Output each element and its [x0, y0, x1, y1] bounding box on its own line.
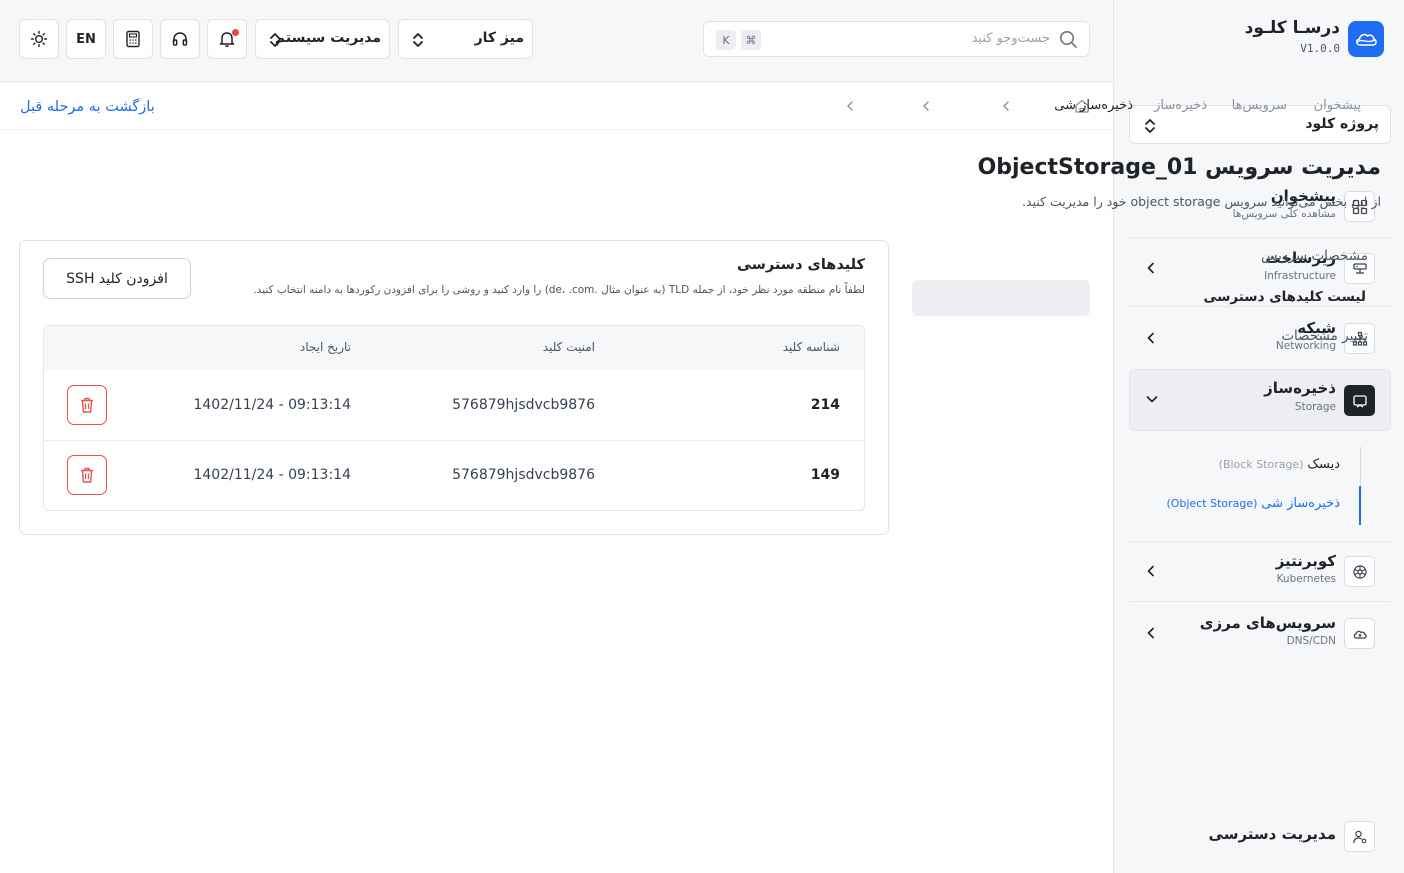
notifications-button[interactable] — [207, 19, 247, 59]
submenu-active-indicator — [1359, 486, 1361, 525]
row-divider — [44, 440, 864, 441]
divider — [1129, 306, 1391, 307]
sidebar-item-storage[interactable]: ذخیره‌ساز Storage — [1129, 369, 1391, 431]
divider — [1129, 237, 1391, 238]
access-keys-table: شناسه کلید امنیت کلید تاریخ ایجاد 214 57… — [43, 325, 865, 511]
workspace-select-label: میز کار — [474, 30, 524, 46]
chevron-up-down-icon — [411, 31, 425, 49]
sidebar-item-edge-sub: DNS/CDN — [1286, 635, 1336, 647]
chevron-left-icon — [1146, 627, 1156, 639]
search-box[interactable]: جست‌وجو کنید ⌘ K — [703, 21, 1090, 57]
user-key-icon — [1344, 821, 1375, 852]
submenu-item-object-storage[interactable]: (Object Storage) ذخیره‌ساز شی — [1166, 496, 1340, 511]
submenu-item-en: (Block Storage) — [1218, 458, 1304, 471]
breadcrumb-item-dashboard[interactable]: پیشخوان — [1314, 98, 1361, 113]
add-ssh-key-button[interactable]: افزودن کلید SSH — [43, 258, 191, 299]
theme-toggle-button[interactable] — [19, 19, 59, 59]
sidebar-item-kubernetes-title: کوبرنتیز — [1275, 552, 1336, 570]
system-management-select[interactable]: مدیریت سیستم — [255, 19, 390, 59]
delete-button[interactable] — [67, 455, 107, 495]
column-header-key-id: شناسه کلید — [782, 340, 840, 354]
workspace-select[interactable]: میز کار — [398, 19, 533, 59]
sidebar-item-edge-title: سرویس‌های مرزی — [1199, 614, 1336, 632]
card-description: لطفاً نام منطقه مورد نظر خود، از جمله TL… — [253, 284, 865, 296]
submenu-item-fa: دیسک — [1307, 457, 1340, 472]
chevron-up-down-icon — [1143, 117, 1157, 135]
sidebar-item-storage-sub: Storage — [1294, 401, 1336, 413]
table-header: شناسه کلید امنیت کلید تاریخ ایجاد — [44, 326, 864, 370]
cell-created: 1402/11/24 - 09:13:14 — [193, 397, 351, 413]
chevron-up-down-icon — [268, 31, 282, 49]
chevron-left-icon — [1146, 262, 1156, 274]
calculator-icon — [125, 30, 141, 48]
breadcrumb-item-storage[interactable]: ذخیره‌ساز — [1154, 98, 1207, 113]
search-icon — [1059, 30, 1078, 49]
cell-key-secret: 576879hjsdvcb9876 — [452, 397, 595, 413]
search-placeholder: جست‌وجو کنید — [971, 31, 1050, 46]
column-header-created: تاریخ ایجاد — [299, 340, 351, 354]
tab-service-specs[interactable]: مشخصات سرویس — [1261, 248, 1368, 264]
tab-access-keys-label: لیست کلیدهای دسترسی — [1203, 289, 1366, 305]
kbd-cmd: ⌘ — [741, 30, 761, 50]
calculator-button[interactable] — [113, 19, 153, 59]
column-header-key-secret: امنیت کلید — [542, 340, 595, 354]
sidebar-item-edge-services[interactable]: سرویس‌های مرزی DNS/CDN — [1129, 611, 1391, 659]
chevron-left-icon — [922, 100, 930, 112]
back-link[interactable]: بازگشت به مرحله قبل — [20, 99, 155, 115]
page-description: از این بخش می‌توانید سرویس object storag… — [1021, 194, 1381, 209]
support-button[interactable] — [160, 19, 200, 59]
brand-logo-icon[interactable] — [1348, 21, 1384, 57]
sidebar-item-kubernetes[interactable]: کوبرنتیز Kubernetes — [1129, 550, 1391, 602]
headphones-icon — [171, 30, 189, 48]
trash-icon — [79, 396, 95, 414]
brand-version: V1.0.0 — [1300, 42, 1340, 55]
page-title: مدیریت سرویس ObjectStorage_01 — [977, 155, 1381, 180]
sidebar-item-storage-title: ذخیره‌ساز — [1264, 379, 1336, 397]
chevron-left-icon — [1146, 565, 1156, 577]
cell-key-id: 214 — [810, 397, 840, 413]
cell-created: 1402/11/24 - 09:13:14 — [193, 467, 351, 483]
sun-icon — [30, 30, 48, 48]
trash-icon — [79, 466, 95, 484]
sidebar-item-access-management[interactable]: مدیریت دسترسی — [1129, 820, 1391, 854]
breadcrumb-item-current: ذخیره‌ساز شی — [1054, 98, 1133, 113]
divider — [1129, 541, 1391, 542]
notification-dot — [232, 29, 239, 36]
kubernetes-icon — [1344, 556, 1375, 587]
cloud-icon — [1344, 618, 1375, 649]
submenu-item-fa: ذخیره‌ساز شی — [1261, 496, 1340, 511]
sidebar-item-access-title: مدیریت دسترسی — [1208, 825, 1336, 843]
sidebar-item-dashboard-sub: مشاهده کلی سرویس‌ها — [1232, 208, 1336, 220]
sidebar-item-infrastructure-sub: Infrastructure — [1264, 270, 1336, 282]
divider — [1129, 601, 1391, 602]
project-select-label: پروژه کلود — [1305, 116, 1379, 132]
breadcrumb-item-services[interactable]: سرویس‌ها — [1232, 98, 1287, 113]
tab-change-specs[interactable]: تغییر مشخصات — [1281, 328, 1368, 344]
delete-button[interactable] — [67, 385, 107, 425]
card-title: کلیدهای دسترسی — [736, 257, 865, 273]
language-button[interactable]: EN — [66, 19, 106, 59]
kbd-k: K — [716, 30, 736, 50]
system-select-label: مدیریت سیستم — [274, 30, 381, 46]
cell-key-secret: 576879hjsdvcb9876 — [452, 467, 595, 483]
chevron-down-icon — [1146, 394, 1158, 404]
submenu-item-block-storage[interactable]: (Block Storage) دیسک — [1219, 457, 1340, 472]
submenu-item-en: (Object Storage) — [1166, 497, 1258, 510]
storage-icon — [1344, 385, 1375, 416]
chevron-left-icon — [846, 100, 854, 112]
sidebar-item-kubernetes-sub: Kubernetes — [1276, 573, 1336, 585]
chevron-left-icon — [1146, 332, 1156, 344]
breadcrumb-bar — [0, 82, 1113, 130]
chevron-left-icon — [1002, 100, 1010, 112]
cell-key-id: 149 — [810, 467, 840, 483]
brand-name: درسـا کلـود — [1244, 18, 1340, 38]
tab-access-keys[interactable] — [912, 280, 1090, 316]
